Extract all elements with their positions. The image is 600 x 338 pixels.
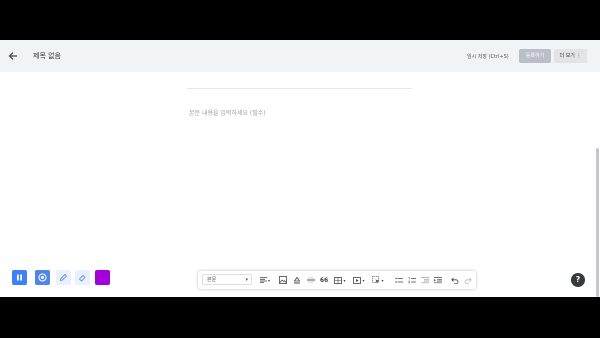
eraser-button[interactable] xyxy=(75,270,90,285)
format-select-value: 본문 xyxy=(207,277,217,283)
undo-icon xyxy=(451,277,459,284)
align-button[interactable]: ▾ xyxy=(258,275,272,285)
fill-color-button[interactable] xyxy=(292,275,302,285)
more-button[interactable]: 더 보기 ⋮ xyxy=(554,49,587,63)
pen-icon xyxy=(59,273,68,282)
color-swatch-button[interactable] xyxy=(95,270,110,285)
redo-icon xyxy=(464,277,472,284)
save-draft-link[interactable]: 임시 저장 (Ctrl+S) xyxy=(467,53,509,60)
link-button[interactable]: ▾ xyxy=(370,275,386,285)
cursor-box-icon xyxy=(372,276,380,284)
strikethrough-icon xyxy=(307,277,315,283)
kebab-icon: ⋮ xyxy=(576,53,582,59)
image-icon xyxy=(279,276,287,284)
format-select[interactable]: 본문 ▾ xyxy=(202,274,252,285)
bullet-list-icon xyxy=(395,277,403,283)
scrollbar[interactable] xyxy=(596,148,599,297)
align-left-icon xyxy=(259,277,267,283)
pen-button[interactable] xyxy=(56,270,71,285)
page-title: 제목 없음 xyxy=(33,52,61,60)
undo-button[interactable] xyxy=(450,275,460,285)
header-bar: 제목 없음 임시 저장 (Ctrl+S) 등록하기 더 보기 ⋮ xyxy=(0,40,600,72)
numbered-list-button[interactable] xyxy=(407,275,417,285)
indent-icon xyxy=(434,276,442,283)
body-editor[interactable]: 본문 내용을 입력하세요 (필수) xyxy=(189,108,266,117)
help-button[interactable]: ? xyxy=(571,273,585,287)
outdent-button[interactable] xyxy=(420,275,430,285)
editor-toolbar: 본문 ▾ ▾ 66 ▾ ▾ ▾ xyxy=(198,271,476,289)
pause-icon xyxy=(17,274,22,281)
chevron-down-icon: ▾ xyxy=(245,277,248,283)
chevron-down-icon: ▾ xyxy=(267,277,270,283)
register-button[interactable]: 등록하기 xyxy=(519,49,551,63)
target-button[interactable] xyxy=(35,270,50,285)
indent-button[interactable] xyxy=(433,275,443,285)
pause-button[interactable] xyxy=(12,270,27,285)
redo-button[interactable] xyxy=(463,275,473,285)
image-button[interactable] xyxy=(278,275,288,285)
bullet-list-button[interactable] xyxy=(394,275,404,285)
video-icon xyxy=(353,276,362,284)
numbered-list-icon xyxy=(408,276,416,283)
target-icon xyxy=(38,273,47,282)
quote-button[interactable]: 66 xyxy=(319,275,329,285)
quote-icon: 66 xyxy=(319,276,329,284)
chevron-down-icon: ▾ xyxy=(343,277,346,283)
app-window: 제목 없음 임시 저장 (Ctrl+S) 등록하기 더 보기 ⋮ 본문 내용을 … xyxy=(0,40,600,297)
chevron-down-icon: ▾ xyxy=(381,277,384,283)
chevron-down-icon: ▾ xyxy=(362,277,365,283)
outdent-icon xyxy=(421,276,429,283)
title-divider xyxy=(187,88,412,89)
paint-bucket-icon xyxy=(293,276,301,284)
table-icon xyxy=(334,276,343,284)
more-button-label: 더 보기 xyxy=(559,53,575,59)
back-arrow-icon[interactable] xyxy=(8,49,20,63)
strikethrough-button[interactable] xyxy=(306,275,316,285)
table-button[interactable]: ▾ xyxy=(332,275,348,285)
media-button[interactable]: ▾ xyxy=(351,275,367,285)
eraser-icon xyxy=(78,274,86,282)
